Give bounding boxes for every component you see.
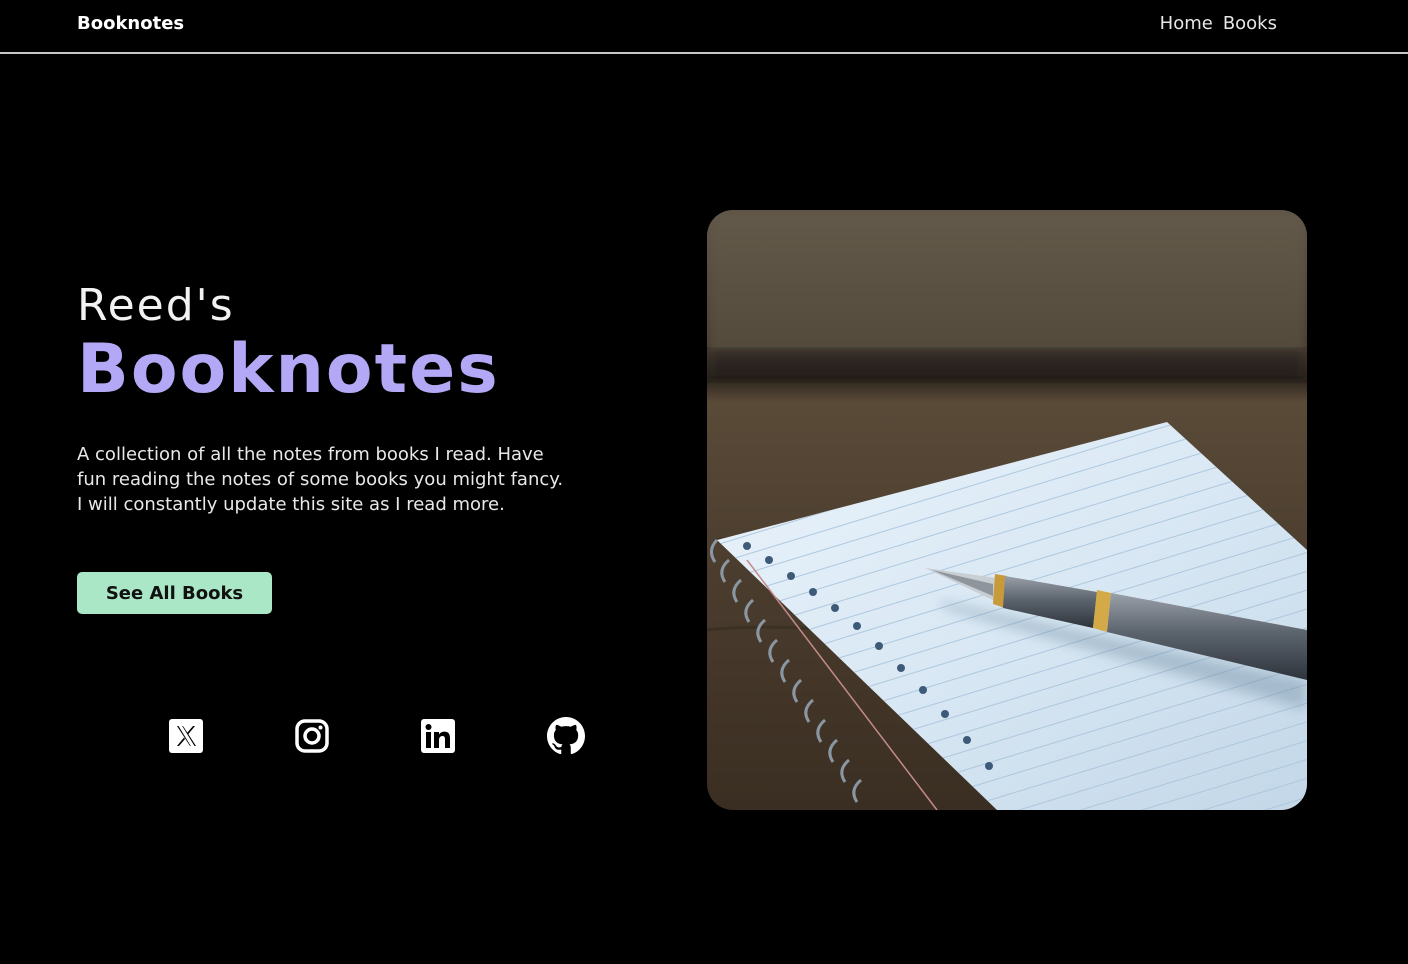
nav-link-home[interactable]: Home [1160,13,1213,34]
nav-links: Home Books [1160,13,1277,34]
instagram-icon[interactable] [292,716,332,756]
linkedin-icon[interactable] [418,716,458,756]
x-icon[interactable] [166,716,206,756]
navbar: Booknotes Home Books [0,0,1408,54]
hero-title: Booknotes [77,330,500,409]
see-all-books-button[interactable]: See All Books [77,572,272,614]
nav-link-books[interactable]: Books [1223,13,1277,34]
hero-description: A collection of all the notes from books… [77,444,564,515]
notebook-pen-photo [707,210,1307,810]
brand-logo[interactable]: Booknotes [77,13,184,34]
github-icon[interactable] [546,716,586,756]
hero-subtitle: Reed's [77,280,235,331]
hero-text: Reed's Booknotes A collection of all the… [77,280,597,535]
